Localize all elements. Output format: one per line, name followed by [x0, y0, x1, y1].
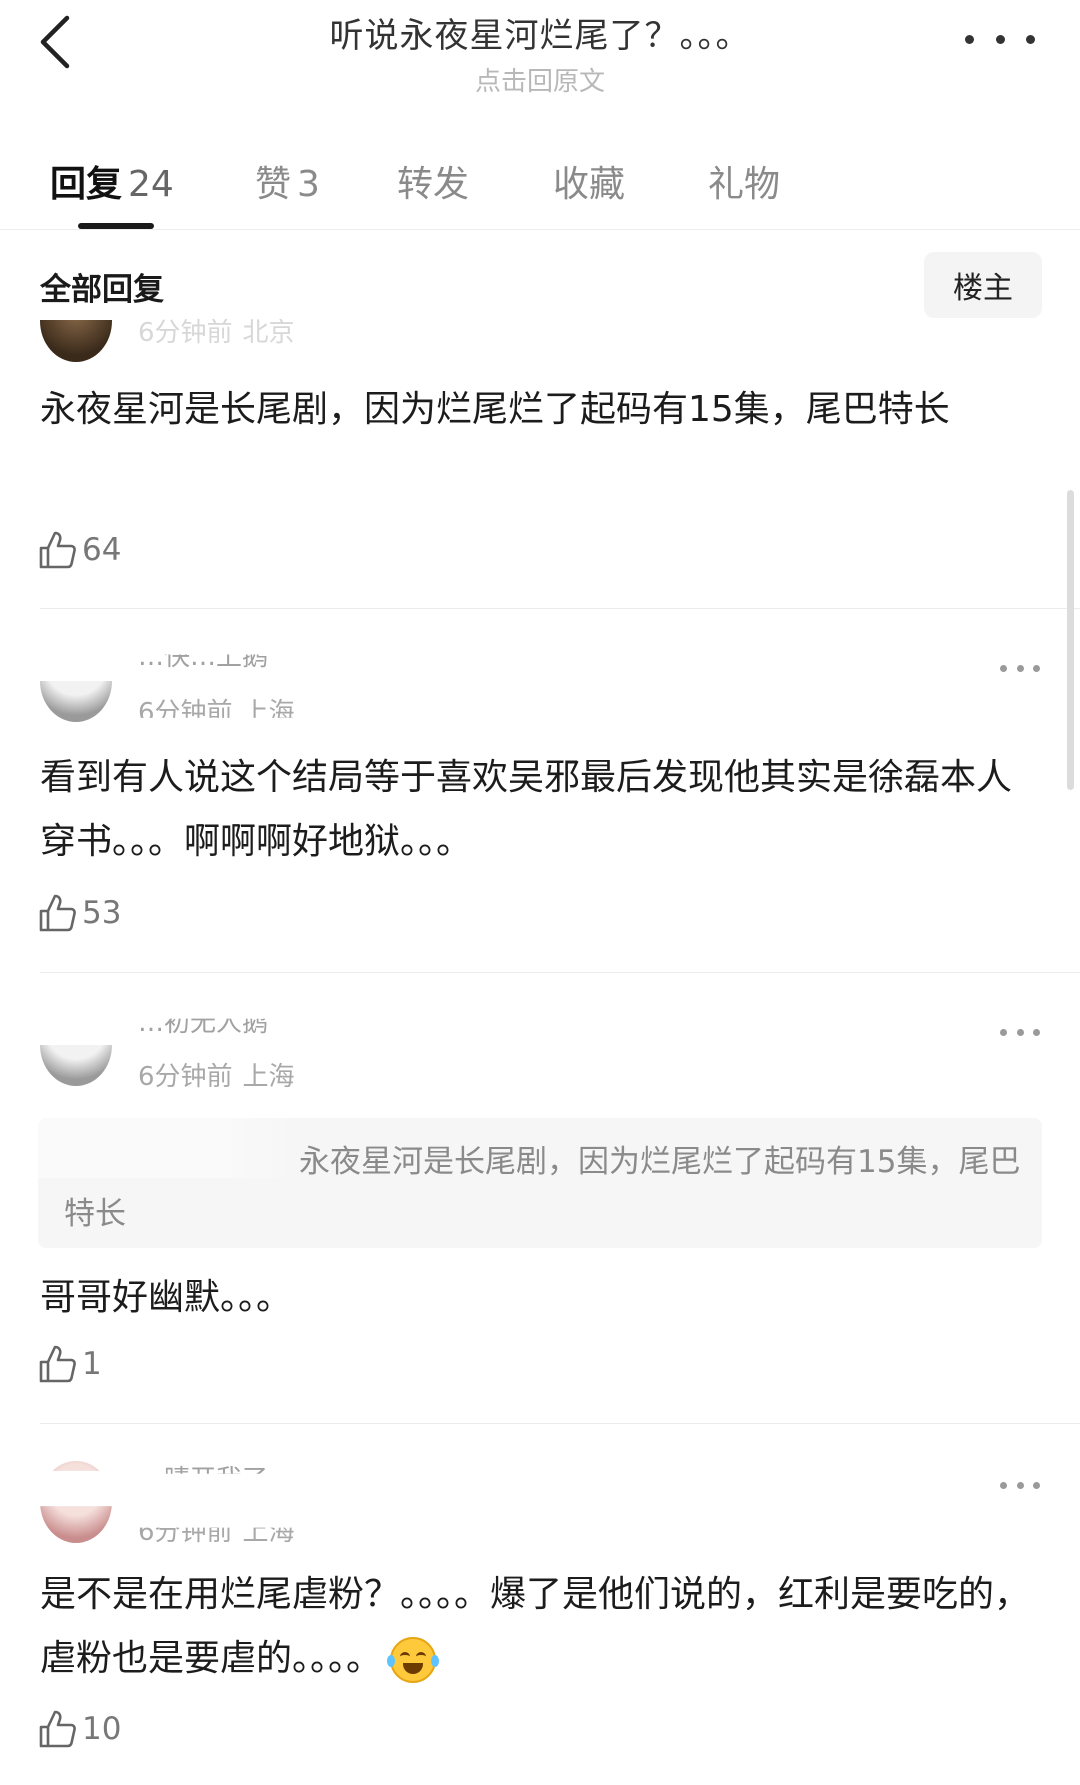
like-count: 53: [82, 895, 122, 931]
avatar[interactable]: [40, 681, 112, 722]
tab-gifts[interactable]: 礼物: [708, 155, 780, 207]
comment-text: 永夜星河是长尾剧，因为烂尾烂了起码有15集，尾巴特长: [40, 389, 950, 430]
replies-section-header: 全部回复 楼主: [0, 252, 1080, 320]
comment-more-button[interactable]: [1000, 1025, 1040, 1039]
tab-label: 收藏: [553, 164, 626, 205]
comment-more-button[interactable]: [1000, 1478, 1040, 1492]
back-to-original-link[interactable]: 点击回原文: [200, 61, 880, 98]
like-count: 1: [82, 1346, 102, 1382]
comment-item: …初无人鹅 6分钟前 上海 永夜星河是长尾剧，因为烂尾烂了起码有15集，尾巴特长 …: [0, 1004, 1080, 1419]
divider: [40, 1423, 1080, 1424]
comment-text: 看到有人说这个结局等于喜欢吴邪最后发现他其实是徐磊本人穿书。。。啊啊啊好地狱。。…: [40, 757, 1013, 862]
comment-location: 上海: [242, 1517, 295, 1547]
active-tab-indicator: [78, 223, 154, 229]
comment-item: …快…上鹅 6分钟前 上海 看到有人说这个结局等于喜欢吴邪最后发现他其实是徐磊本人…: [0, 640, 1080, 970]
more-dots-icon: [1000, 664, 1007, 672]
comment-time: 6分钟前: [138, 1517, 233, 1547]
comment-meta: 6分钟前 上海: [138, 692, 295, 728]
section-title: 全部回复: [40, 272, 164, 308]
comment-meta: 6分钟前 上海: [138, 1517, 295, 1548]
like-count: 64: [82, 532, 122, 568]
more-dots-icon: [1000, 1481, 1007, 1489]
comment-time: 6分钟前: [138, 318, 233, 348]
comment-meta: 6分钟前 上海: [138, 1056, 295, 1093]
like-button[interactable]: 64: [38, 530, 121, 570]
comment-more-button[interactable]: [1000, 661, 1040, 675]
tab-count: 3: [297, 164, 320, 205]
chevron-left-icon: [40, 15, 70, 69]
more-dots-icon: [1000, 1028, 1007, 1036]
like-count: 10: [82, 1711, 122, 1747]
tab-bar: 回复 24 赞3 转发 收藏 礼物: [0, 145, 1080, 230]
comment-meta: 6分钟前 北京: [138, 312, 295, 349]
tab-replies[interactable]: 回复 24: [50, 155, 174, 207]
comment-item: 6分钟前 北京 永夜星河是长尾剧，因为烂尾烂了起码有15集，尾巴特长 64: [0, 318, 1080, 610]
like-button[interactable]: 10: [38, 1709, 121, 1749]
laughing-crying-emoji-icon: [387, 1637, 440, 1683]
scrollbar[interactable]: [1067, 490, 1074, 790]
thumbs-up-icon: [39, 531, 76, 569]
comment-text: 是不是在用烂尾虐粉？。。。。爆了是他们说的，红利是要吃的，虐粉也是要虐的。。。。: [40, 1563, 1040, 1691]
tab-label: 赞: [255, 164, 292, 205]
username[interactable]: …快…上鹅: [138, 655, 268, 674]
like-button[interactable]: 53: [38, 893, 121, 933]
tab-reposts[interactable]: 转发: [397, 155, 469, 207]
tab-label: 礼物: [708, 164, 781, 205]
tab-label: 转发: [397, 164, 470, 205]
comment-location: 上海: [242, 1062, 295, 1092]
comment-item: …晴开我了 6分钟前 上海 是不是在用烂尾虐粉？。。。。爆了是他们说的，红利是要吃…: [0, 1455, 1080, 1780]
tab-favorites[interactable]: 收藏: [553, 155, 625, 207]
comment-text: 哥哥好幽默。。。: [40, 1277, 293, 1318]
username[interactable]: …晴开我了: [138, 1459, 268, 1474]
op-only-filter-button[interactable]: 楼主: [924, 252, 1042, 318]
thumbs-up-icon: [39, 1710, 76, 1748]
post-title[interactable]: 听说永夜星河烂尾了？。。。: [200, 8, 880, 57]
like-button[interactable]: 1: [38, 1344, 102, 1384]
avatar[interactable]: [40, 1461, 112, 1543]
avatar[interactable]: [40, 1045, 112, 1086]
comment-time: 6分钟前: [138, 698, 233, 728]
title-block: 听说永夜星河烂尾了？。。。 点击回原文: [200, 8, 880, 98]
thumbs-up-icon: [39, 894, 76, 932]
back-button[interactable]: [30, 12, 80, 72]
more-options-button[interactable]: [965, 24, 1035, 54]
username[interactable]: …初无人鹅: [138, 1019, 268, 1039]
comment-location: 北京: [242, 318, 295, 348]
tab-label: 回复: [50, 164, 123, 205]
comment-time: 6分钟前: [138, 1062, 233, 1092]
tab-likes[interactable]: 赞3: [255, 155, 320, 207]
comment-location: 上海: [242, 698, 295, 728]
comment-text-content: 是不是在用烂尾虐粉？。。。。爆了是他们说的，红利是要吃的，虐粉也是要虐的。。。。: [40, 1574, 1031, 1679]
divider: [40, 608, 1080, 609]
thumbs-up-icon: [39, 1345, 76, 1383]
quoted-reply[interactable]: 永夜星河是长尾剧，因为烂尾烂了起码有15集，尾巴特长: [38, 1118, 1042, 1248]
more-dots-icon: [965, 34, 974, 44]
top-bar: 听说永夜星河烂尾了？。。。 点击回原文: [0, 0, 1080, 110]
divider: [40, 972, 1080, 973]
tab-count: 24: [128, 164, 174, 205]
